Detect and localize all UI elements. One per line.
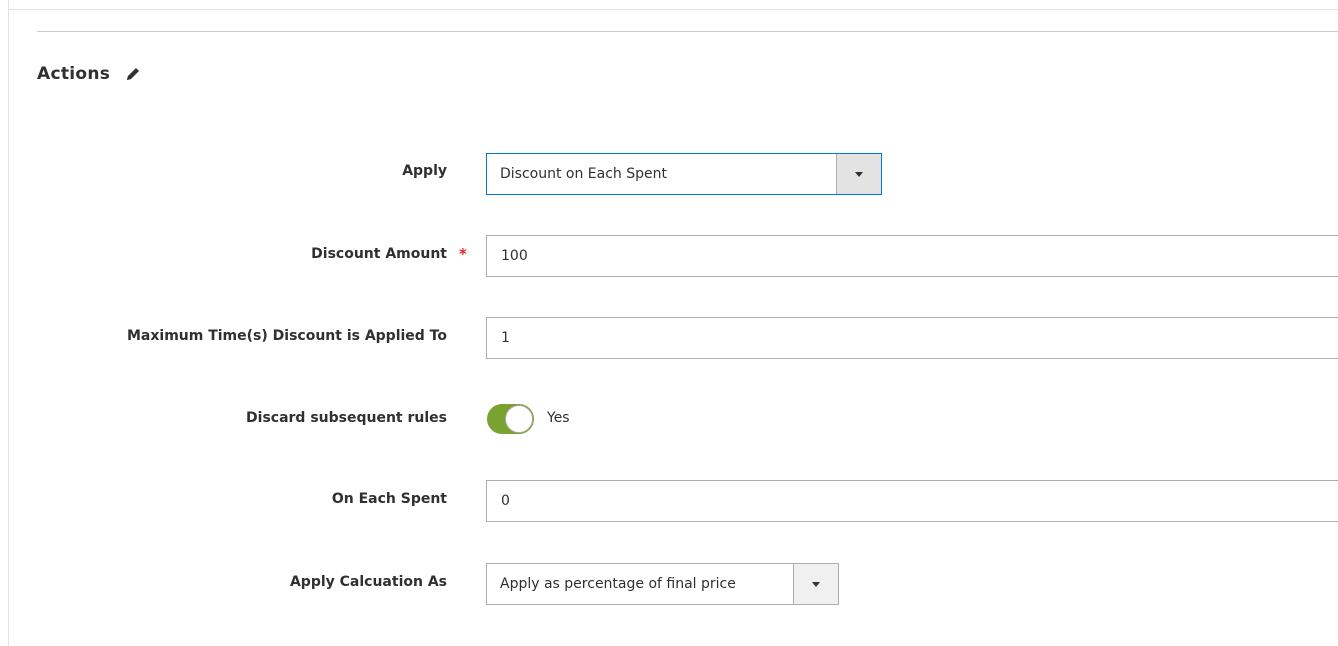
calculation-select-value: Apply as percentage of final price	[500, 576, 736, 592]
apply-select-button[interactable]	[836, 154, 881, 194]
panel-left-border	[8, 0, 9, 646]
apply-label: Apply	[402, 163, 447, 179]
section-header: Actions	[37, 60, 142, 88]
section-divider	[37, 31, 1338, 32]
discard-rules-toggle[interactable]	[487, 404, 534, 434]
discount-amount-input[interactable]	[486, 235, 1338, 277]
on-each-spent-input[interactable]	[486, 480, 1338, 522]
calculation-label: Apply Calcuation As	[289, 574, 447, 590]
required-marker: *	[459, 245, 467, 263]
apply-select-value: Discount on Each Spent	[500, 166, 667, 182]
apply-select[interactable]: Discount on Each Spent	[486, 153, 882, 195]
actions-panel: Actions Apply Discount on Each Spent Dis…	[0, 0, 1338, 646]
calculation-select-button[interactable]	[793, 564, 838, 604]
max-times-input[interactable]	[486, 317, 1338, 359]
section-title: Actions	[37, 64, 111, 84]
pencil-icon[interactable]	[124, 65, 142, 83]
calculation-select[interactable]: Apply as percentage of final price	[486, 563, 839, 605]
panel-top-border	[8, 9, 1338, 10]
toggle-knob	[505, 405, 533, 433]
chevron-down-icon	[855, 171, 863, 177]
discard-rules-label: Discard subsequent rules	[246, 410, 447, 426]
chevron-down-icon	[812, 581, 820, 587]
discard-rules-state: Yes	[547, 410, 570, 426]
on-each-spent-label: On Each Spent	[331, 491, 447, 507]
max-times-label: Maximum Time(s) Discount is Applied To	[126, 328, 447, 344]
discount-amount-label: Discount Amount	[311, 246, 447, 262]
